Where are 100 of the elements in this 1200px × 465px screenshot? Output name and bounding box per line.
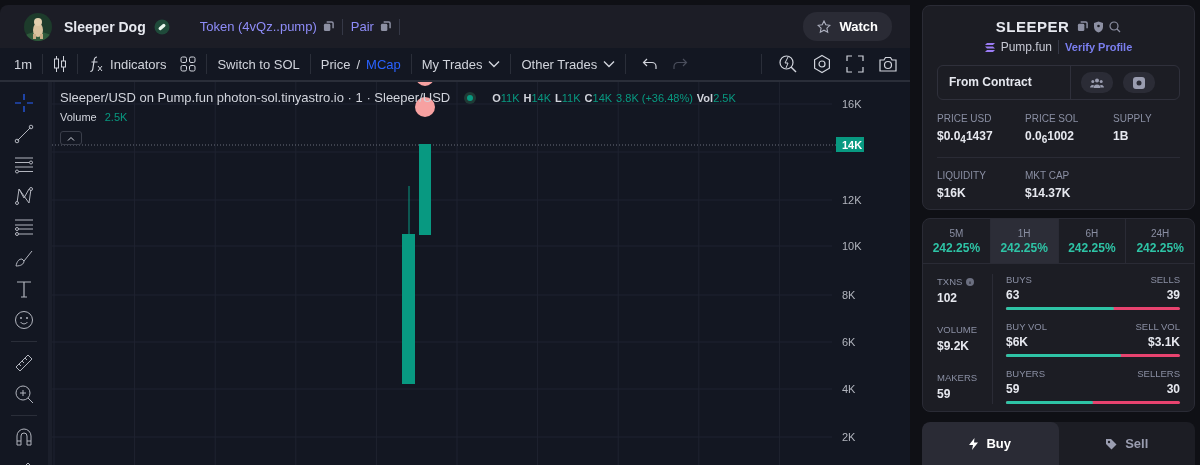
buy-value: 59 bbox=[1006, 382, 1020, 396]
horizontal-lines-icon[interactable] bbox=[14, 155, 34, 175]
axis-label: 12K bbox=[842, 194, 862, 206]
brush-icon[interactable] bbox=[14, 248, 34, 268]
collapse-button[interactable] bbox=[60, 131, 82, 145]
price-mode-option[interactable]: MCap bbox=[366, 56, 401, 72]
sell-label: SELL VOL bbox=[1135, 321, 1180, 332]
search-icon[interactable] bbox=[1109, 20, 1122, 33]
lightning-icon bbox=[969, 437, 979, 450]
volume-value: Vol2.5K bbox=[696, 91, 736, 104]
stat-label: PRICE USD bbox=[937, 113, 993, 124]
stat-label: MAKERS bbox=[937, 372, 978, 383]
solana-icon bbox=[984, 42, 995, 52]
stat-label: SUPPLY bbox=[1113, 113, 1153, 124]
axis-label: 2K bbox=[842, 431, 856, 443]
info-icon bbox=[966, 277, 975, 286]
separator-slash: / bbox=[356, 56, 361, 72]
watch-button[interactable]: Watch bbox=[803, 12, 892, 41]
stat-value: 59 bbox=[937, 387, 952, 401]
candles-icon[interactable] bbox=[53, 55, 68, 73]
trend-line-icon[interactable] bbox=[14, 124, 34, 144]
smiley-icon[interactable] bbox=[14, 310, 34, 330]
function-icon[interactable] bbox=[88, 55, 105, 73]
ruler-icon[interactable] bbox=[14, 353, 34, 373]
contract-label: From Contract bbox=[938, 66, 1071, 99]
pattern-icon[interactable] bbox=[14, 186, 34, 206]
axis-label: 4K bbox=[842, 383, 856, 395]
axis-label: 10K bbox=[842, 240, 862, 252]
shield-icon[interactable] bbox=[1093, 20, 1105, 33]
stat-value: $16K bbox=[937, 186, 967, 201]
axis-label: 8K bbox=[842, 289, 856, 301]
token-link[interactable]: Token (4vQz..pump) bbox=[199, 19, 334, 34]
layout-grid-icon[interactable] bbox=[180, 56, 197, 72]
trade-tab[interactable]: Sell bbox=[1058, 422, 1195, 465]
buy-value: $6K bbox=[1006, 335, 1028, 349]
stat-value: 1B bbox=[1113, 129, 1130, 143]
tag-icon bbox=[1105, 437, 1118, 450]
timeframe-tab[interactable]: 1H 242.25% bbox=[990, 219, 1059, 263]
stat-value: 0.0$_{6}$1002 bbox=[1025, 129, 1075, 146]
chart-title: Sleeper/USD on Pump.fun photon-sol.tinyastro.io · 1 · Sleeper/USD bbox=[60, 90, 451, 105]
stat-value: $0.0$_{4}$1437 bbox=[937, 129, 994, 146]
trade-marker[interactable] bbox=[416, 82, 434, 86]
axis-label: 6K bbox=[842, 336, 856, 348]
dropdown-button[interactable]: My Trades bbox=[411, 54, 512, 74]
sell-value: 30 bbox=[1166, 382, 1180, 396]
dropdown-button[interactable]: Other Trades bbox=[511, 54, 627, 74]
switch-to-sol-button[interactable]: Switch to SOL bbox=[207, 54, 311, 74]
star-icon bbox=[817, 19, 832, 34]
ohlc-value: L11K bbox=[555, 91, 581, 104]
sell-value: 39 bbox=[1166, 288, 1180, 302]
caret-up-icon bbox=[67, 135, 75, 141]
magnet-icon[interactable] bbox=[14, 427, 34, 447]
token-symbol: SLEEPER bbox=[995, 18, 1070, 35]
stat-value: $9.2K bbox=[937, 339, 971, 353]
stat-label: MKT CAP bbox=[1025, 170, 1071, 182]
platform-name: Pump.fun bbox=[1000, 40, 1053, 54]
sell-label: SELLERS bbox=[1137, 368, 1180, 379]
volume-value: 2.5K bbox=[104, 111, 128, 123]
stat-value: 102 bbox=[937, 291, 959, 305]
buy-value: 63 bbox=[1006, 288, 1020, 302]
interval-button[interactable]: 1m bbox=[0, 54, 44, 74]
pair-link[interactable]: Pair bbox=[350, 19, 391, 34]
trade-tab[interactable]: Buy bbox=[922, 422, 1059, 465]
camera-icon bbox=[1133, 76, 1145, 89]
status-dot bbox=[464, 91, 477, 104]
text-icon[interactable] bbox=[14, 279, 34, 299]
buy-label: BUYERS bbox=[1006, 368, 1046, 379]
axis-label: 16K bbox=[842, 98, 862, 110]
stat-label: VOLUME bbox=[937, 324, 978, 335]
stat-label: TXNS bbox=[937, 276, 963, 287]
chevron-down-icon bbox=[488, 60, 501, 68]
indicators-button[interactable]: Indicators bbox=[110, 56, 167, 72]
stat-value: $14.37K bbox=[1025, 186, 1072, 201]
settings-icon[interactable] bbox=[812, 54, 832, 74]
people-icon bbox=[1090, 77, 1104, 88]
zoom-in-icon[interactable] bbox=[14, 384, 34, 404]
copy-icon bbox=[322, 21, 334, 32]
ohlc-value: O11K bbox=[492, 91, 520, 104]
price-tag: 14K bbox=[836, 137, 864, 152]
price-change: 3.8K (+36.48%) bbox=[616, 91, 693, 104]
ohlc-value: C14K bbox=[584, 91, 613, 104]
price-mode-option[interactable]: Price bbox=[320, 56, 351, 72]
camera-icon[interactable] bbox=[878, 55, 898, 73]
fibonacci-icon[interactable] bbox=[14, 217, 34, 237]
copy-icon bbox=[379, 21, 391, 32]
undo-icon[interactable] bbox=[642, 57, 659, 71]
stat-label: PRICE SOL bbox=[1025, 113, 1080, 124]
ohlc-value: H14K bbox=[523, 91, 552, 104]
timeframe-tab[interactable]: 24H 242.25% bbox=[1126, 219, 1194, 263]
stat-label: LIQUIDITY bbox=[937, 170, 987, 182]
quick-search-icon[interactable] bbox=[778, 54, 798, 74]
fullscreen-icon[interactable] bbox=[846, 55, 864, 73]
timeframe-tab[interactable]: 5M 242.25% bbox=[923, 219, 991, 263]
verify-profile-link[interactable]: Verify Profile bbox=[1065, 41, 1133, 53]
community-button[interactable] bbox=[1081, 72, 1113, 93]
timeframe-tab[interactable]: 6H 242.25% bbox=[1058, 219, 1127, 263]
instagram-button[interactable] bbox=[1123, 72, 1155, 93]
token-name: Sleeper Dog bbox=[64, 18, 146, 35]
buy-label: BUY VOL bbox=[1006, 321, 1047, 332]
sell-label: SELLS bbox=[1150, 274, 1180, 285]
